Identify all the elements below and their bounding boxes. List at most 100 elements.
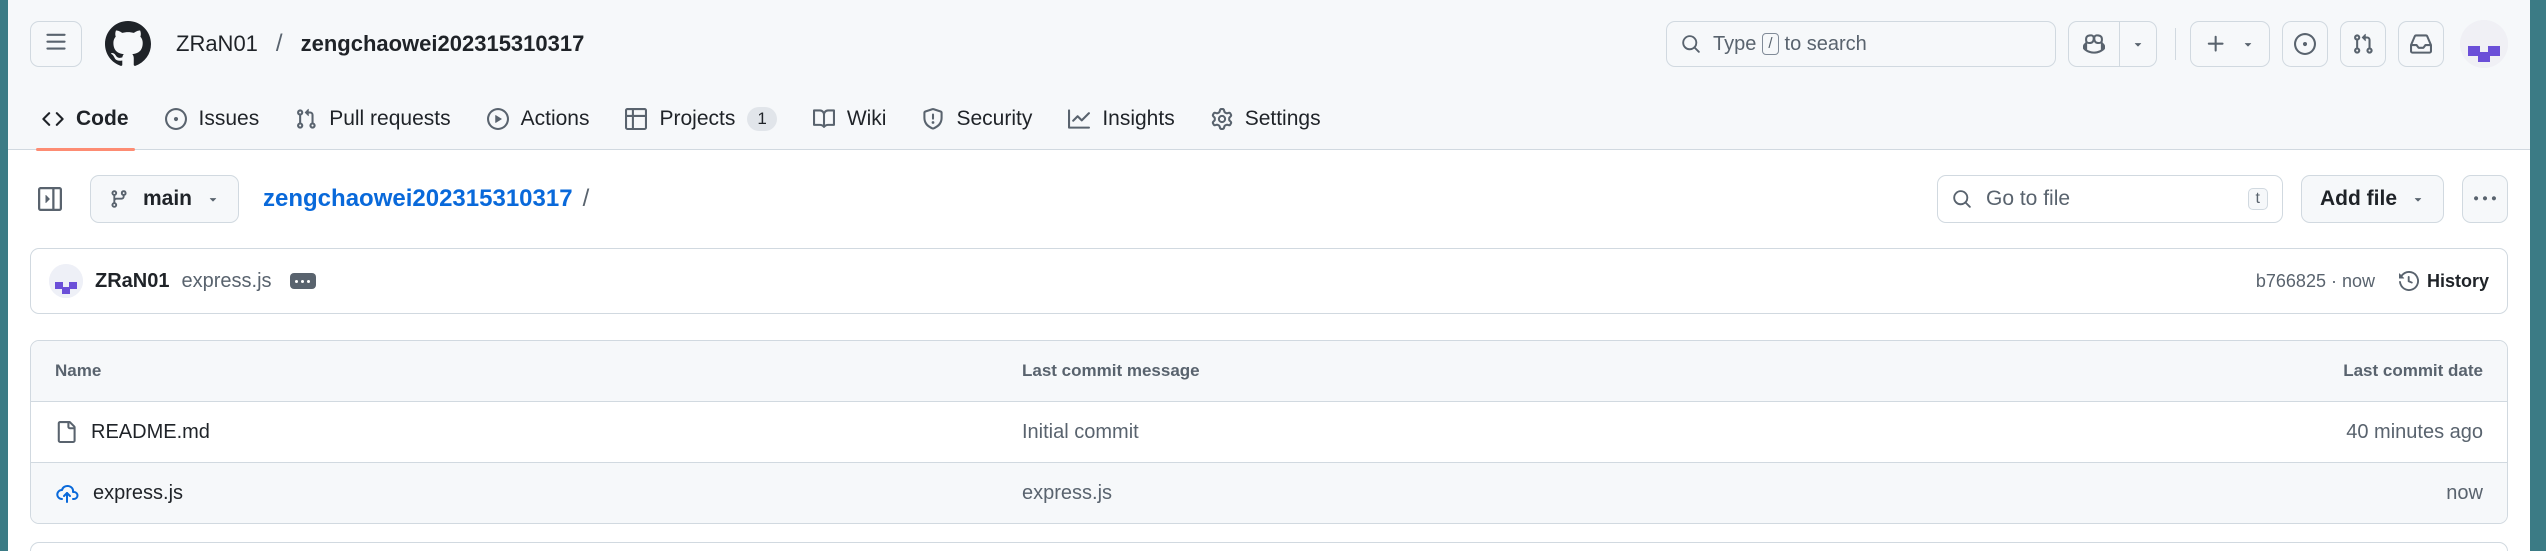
hamburger-icon (45, 31, 67, 58)
inbox-button[interactable] (2398, 21, 2444, 67)
toolbar-divider (2175, 28, 2176, 60)
path-separator: / (582, 185, 590, 212)
go-to-file-shortcut: t (2247, 188, 2268, 210)
sidebar-expand-icon (38, 187, 62, 211)
file-commit-message[interactable]: express.js (1022, 482, 2187, 505)
go-to-file-placeholder: Go to file (1986, 187, 2071, 210)
graph-icon (1068, 108, 1102, 130)
latest-commit-bar: ZRaN01 express.js b766825 · now History (30, 248, 2508, 314)
file-name-link[interactable]: express.js (93, 482, 183, 505)
commit-message-link[interactable]: express.js (181, 270, 271, 293)
tab-label: Code (76, 107, 129, 130)
file-name-link[interactable]: README.md (91, 421, 210, 444)
expand-file-tree-button[interactable] (30, 179, 70, 219)
file-icon (55, 421, 77, 443)
search-prefix: Type (1713, 32, 1757, 55)
search-icon (1681, 34, 1701, 54)
history-link[interactable]: History (2398, 270, 2489, 292)
tab-label: Security (956, 107, 1033, 130)
file-commit-date: 40 minutes ago (2346, 420, 2483, 443)
book-icon (812, 108, 847, 130)
repo-header: ZRaN01 / zengchaowei202315310317 Type / … (8, 0, 2530, 151)
code-icon (42, 108, 76, 130)
file-commit-message[interactable]: Initial commit (1022, 421, 2187, 444)
commit-sha-time[interactable]: b766825 · now (2256, 271, 2375, 292)
chevron-down-icon (2241, 37, 2255, 51)
issues-button[interactable] (2282, 21, 2328, 67)
play-icon (486, 108, 521, 130)
tab-insights[interactable]: Insights (1056, 88, 1186, 150)
global-topbar: ZRaN01 / zengchaowei202315310317 Type / … (8, 0, 2530, 88)
breadcrumb-separator: / (275, 30, 283, 57)
tab-code[interactable]: Code (30, 88, 141, 151)
shield-icon (922, 108, 956, 130)
copilot-icon[interactable] (2069, 22, 2119, 66)
tab-projects[interactable]: Projects 1 (613, 88, 788, 150)
tab-pull-requests[interactable]: Pull requests (283, 88, 462, 150)
branch-selector-button[interactable]: main (90, 175, 240, 223)
cloud-upload-icon (55, 481, 79, 505)
chevron-down-icon (206, 192, 220, 206)
inbox-icon (2410, 33, 2432, 55)
tab-label: Issues (198, 107, 260, 130)
repo-file-bar: main zengchaowei202315310317 / Go to fil… (30, 174, 2508, 224)
plus-icon (2205, 33, 2227, 55)
owner-link[interactable]: ZRaN01 (176, 31, 258, 57)
header-name: Name (55, 361, 102, 380)
tab-wiki[interactable]: Wiki (801, 88, 899, 150)
tab-label: Wiki (846, 107, 887, 130)
add-file-label: Add file (2320, 187, 2397, 210)
issue-icon (2294, 33, 2316, 55)
expand-commit-message-button[interactable] (289, 273, 316, 289)
table-icon (625, 108, 659, 130)
repo-nav-tabs: Code Issues Pull requests Actions Projec… (8, 88, 2530, 151)
pull-requests-button[interactable] (2340, 21, 2386, 67)
path-repo-link[interactable]: zengchaowei202315310317 (263, 185, 573, 213)
menu-button[interactable] (30, 21, 82, 67)
tab-label: Pull requests (329, 107, 451, 130)
repo-name-link[interactable]: zengchaowei202315310317 (301, 31, 585, 57)
table-row[interactable]: README.md Initial commit 40 minutes ago (31, 401, 2507, 462)
tab-label: Actions (520, 107, 590, 130)
tab-actions[interactable]: Actions (475, 88, 602, 150)
file-commit-date: now (2446, 481, 2483, 504)
file-table: Name Last commit message Last commit dat… (30, 340, 2508, 524)
issue-icon (164, 108, 199, 130)
github-logo-icon[interactable] (104, 20, 152, 68)
github-repo-page: ZRaN01 / zengchaowei202315310317 Type / … (8, 0, 2530, 551)
git-branch-icon (109, 189, 129, 209)
tab-issues[interactable]: Issues (153, 88, 272, 150)
pull-request-icon (295, 108, 329, 130)
tab-label: Settings (1244, 107, 1321, 130)
history-icon (2398, 271, 2427, 291)
readme-panel-edge (30, 542, 2508, 551)
header-last-commit-message: Last commit message (1022, 361, 1200, 380)
chevron-down-icon[interactable] (2120, 22, 2156, 66)
tab-security[interactable]: Security (910, 88, 1044, 150)
table-row[interactable]: express.js express.js now (31, 462, 2507, 523)
window-frame-left (0, 0, 8, 551)
go-to-file-input[interactable]: Go to file t (1937, 175, 2283, 223)
more-options-button[interactable] (2462, 175, 2508, 223)
history-label: History (2426, 270, 2489, 291)
header-last-commit-date: Last commit date (2343, 361, 2483, 380)
search-suffix: to search (1784, 32, 1867, 55)
chevron-down-icon (2411, 192, 2425, 206)
search-icon (1952, 189, 1972, 209)
tab-label: Projects (659, 107, 736, 130)
tab-label: Insights (1102, 107, 1175, 130)
commit-author-avatar[interactable] (49, 264, 83, 298)
tab-settings[interactable]: Settings (1199, 88, 1333, 150)
gear-icon (1211, 108, 1245, 130)
global-search-input[interactable]: Type / to search (1666, 21, 2056, 67)
add-file-button[interactable]: Add file (2301, 175, 2444, 223)
file-table-header: Name Last commit message Last commit dat… (31, 341, 2507, 401)
branch-name: main (143, 187, 193, 210)
user-avatar[interactable] (2460, 20, 2508, 68)
window-frame-right (2530, 0, 2546, 551)
projects-counter-badge: 1 (747, 107, 777, 131)
commit-author-link[interactable]: ZRaN01 (95, 270, 169, 293)
copilot-button[interactable] (2068, 21, 2157, 67)
create-new-button[interactable] (2190, 21, 2270, 67)
pull-request-icon (2352, 33, 2374, 55)
